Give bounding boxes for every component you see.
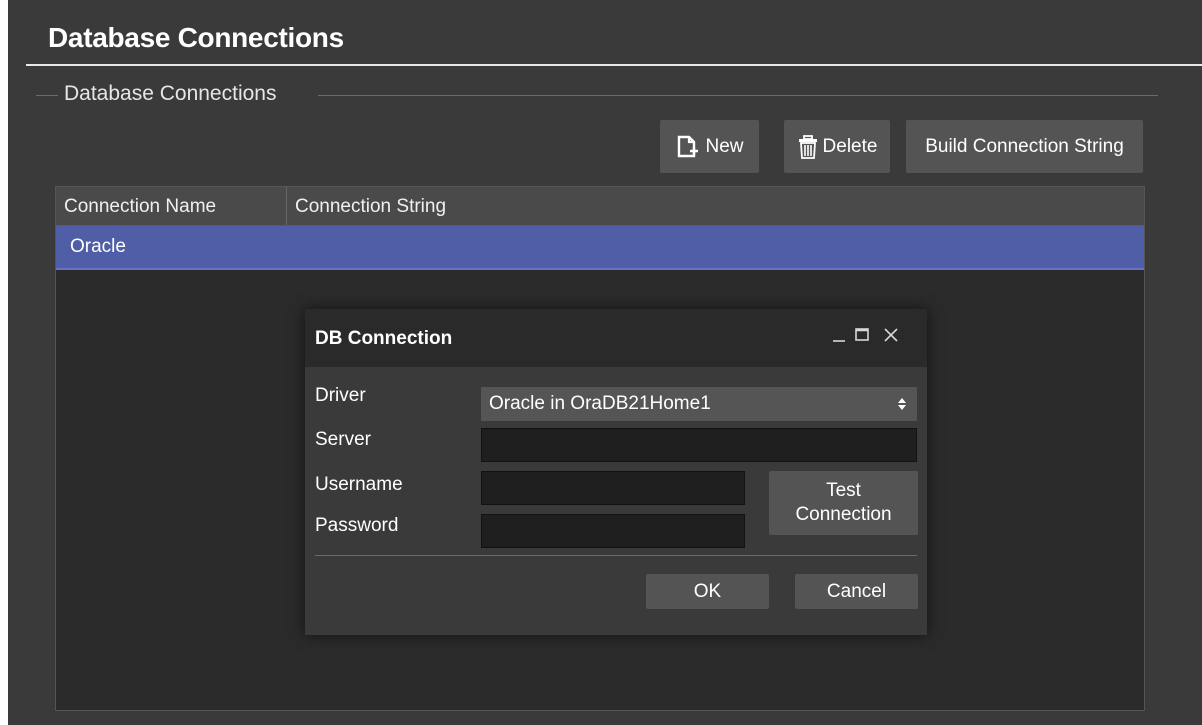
group-label: Database Connections [64, 82, 277, 105]
password-input[interactable] [481, 514, 745, 548]
db-connection-dialog: DB Connection Driver Oracle in OraDB21Ho… [305, 309, 927, 635]
build-connection-string-button[interactable]: Build Connection String [906, 120, 1143, 173]
page-title: Database Connections [48, 22, 344, 53]
table-row[interactable]: Oracle [56, 226, 1144, 270]
test-connection-button[interactable]: Test Connection [769, 471, 918, 535]
dialog-divider [315, 555, 917, 556]
dialog-title: DB Connection [315, 328, 453, 349]
new-button[interactable]: New [660, 120, 759, 173]
test-connection-label: Test Connection [795, 480, 892, 525]
minimize-icon[interactable] [828, 323, 850, 347]
ok-button[interactable]: OK [646, 574, 769, 609]
driver-label: Driver [315, 385, 366, 406]
column-header-connection-name[interactable]: Connection Name [56, 187, 287, 225]
title-divider [26, 64, 1202, 66]
updown-arrows-icon [897, 396, 907, 412]
close-icon[interactable] [880, 323, 902, 347]
column-header-connection-string[interactable]: Connection String [287, 187, 1135, 225]
grid-header: Connection Name Connection String [56, 187, 1144, 226]
username-input[interactable] [481, 471, 745, 505]
maximize-icon[interactable] [851, 323, 873, 347]
delete-button-label: Delete [822, 135, 878, 157]
new-button-label: New [705, 135, 744, 157]
connection-name-cell: Oracle [70, 236, 126, 257]
username-label: Username [315, 474, 403, 495]
delete-button[interactable]: Delete [784, 120, 890, 173]
server-input[interactable] [481, 428, 917, 462]
driver-select-value: Oracle in OraDB21Home1 [489, 393, 711, 414]
server-label: Server [315, 429, 371, 450]
dialog-titlebar[interactable]: DB Connection [305, 309, 927, 367]
cancel-button[interactable]: Cancel [795, 574, 918, 609]
database-connections-panel: Database Connections Database Connection… [8, 0, 1202, 725]
left-edge [0, 0, 8, 725]
driver-select[interactable]: Oracle in OraDB21Home1 [481, 387, 917, 421]
trash-icon [797, 134, 819, 160]
password-label: Password [315, 515, 399, 536]
group-divider-left [36, 95, 58, 96]
new-document-icon [675, 134, 701, 160]
group-divider-right [318, 95, 1158, 96]
